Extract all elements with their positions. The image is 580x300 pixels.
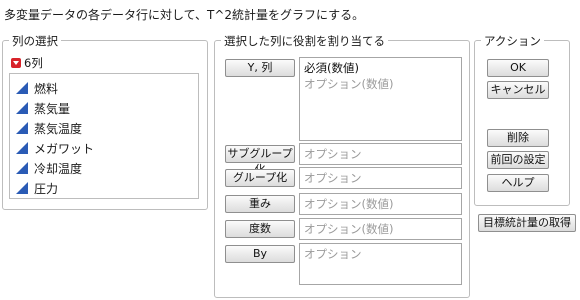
continuous-icon — [16, 102, 28, 114]
column-item[interactable]: 蒸気温度 — [10, 118, 198, 138]
y-column-button[interactable]: Y, 列 — [225, 59, 295, 77]
weight-box[interactable]: オプション(数値) — [299, 193, 462, 215]
column-item-label: 冷却温度 — [34, 161, 83, 176]
column-item-label: 蒸気温度 — [34, 121, 83, 136]
subgroup-button[interactable]: サブグループ化 — [225, 145, 295, 176]
ok-button[interactable]: OK — [487, 59, 549, 77]
continuous-icon — [16, 82, 28, 94]
red-triangle-menu-icon[interactable] — [11, 58, 21, 68]
help-button[interactable]: ヘルプ — [487, 174, 549, 192]
column-item[interactable]: メガワット — [10, 138, 198, 158]
grouping-box[interactable]: オプション — [299, 167, 462, 189]
cancel-button[interactable]: キャンセル — [487, 81, 549, 99]
column-item-label: メガワット — [34, 141, 95, 156]
subgroup-placeholder: オプション — [304, 147, 362, 161]
column-item[interactable]: 蒸気量 — [10, 98, 198, 118]
role-assignment-panel: 選択した列に役割を割り当てる Y, 列 必須(数値) オプション(数値) サブグ… — [214, 33, 470, 298]
column-item-label: 蒸気量 — [34, 101, 71, 116]
weight-button[interactable]: 重み — [225, 195, 295, 213]
by-button[interactable]: By — [225, 245, 295, 263]
continuous-icon — [16, 122, 28, 134]
continuous-icon — [16, 182, 28, 194]
by-placeholder: オプション — [304, 247, 362, 261]
weight-placeholder: オプション(数値) — [304, 197, 394, 211]
grouping-button[interactable]: グループ化 — [225, 169, 295, 187]
column-selection-panel: 列の選択 6列 燃料 蒸気量 蒸気温度 メガワット 冷却温度 圧力 — [2, 33, 208, 210]
remove-button[interactable]: 削除 — [487, 129, 549, 147]
column-item[interactable]: 燃料 — [10, 78, 198, 98]
column-item[interactable]: 冷却温度 — [10, 158, 198, 178]
actions-title: アクション — [481, 33, 544, 49]
y-column-placeholder: オプション(数値) — [304, 77, 394, 91]
role-assignment-title: 選択した列に役割を割り当てる — [221, 33, 388, 49]
continuous-icon — [16, 162, 28, 174]
column-item-label: 圧力 — [34, 181, 59, 196]
dialog-description: 多変量データの各データ行に対して、T^2統計量をグラフにする。 — [4, 8, 365, 22]
recall-button[interactable]: 前回の設定 — [487, 151, 549, 169]
column-item[interactable]: 圧力 — [10, 178, 198, 198]
y-column-box[interactable]: 必須(数値) オプション(数値) — [299, 57, 462, 141]
y-column-required: 必須(数値) — [304, 61, 359, 75]
column-count-label: 6列 — [24, 56, 43, 70]
column-selection-title: 列の選択 — [9, 33, 61, 49]
subgroup-box[interactable]: オプション — [299, 143, 462, 165]
by-box[interactable]: オプション — [299, 243, 462, 285]
column-list[interactable]: 燃料 蒸気量 蒸気温度 メガワット 冷却温度 圧力 — [9, 73, 199, 199]
actions-panel: アクション OK キャンセル 削除 前回の設定 ヘルプ — [474, 33, 570, 206]
column-count-menu[interactable]: 6列 — [11, 55, 43, 71]
frequency-box[interactable]: オプション(数値) — [299, 218, 462, 240]
column-item-label: 燃料 — [34, 81, 59, 96]
continuous-icon — [16, 142, 28, 154]
frequency-button[interactable]: 度数 — [225, 220, 295, 238]
grouping-placeholder: オプション — [304, 171, 362, 185]
get-target-statistics-button[interactable]: 目標統計量の取得 — [478, 214, 576, 232]
frequency-placeholder: オプション(数値) — [304, 222, 394, 236]
